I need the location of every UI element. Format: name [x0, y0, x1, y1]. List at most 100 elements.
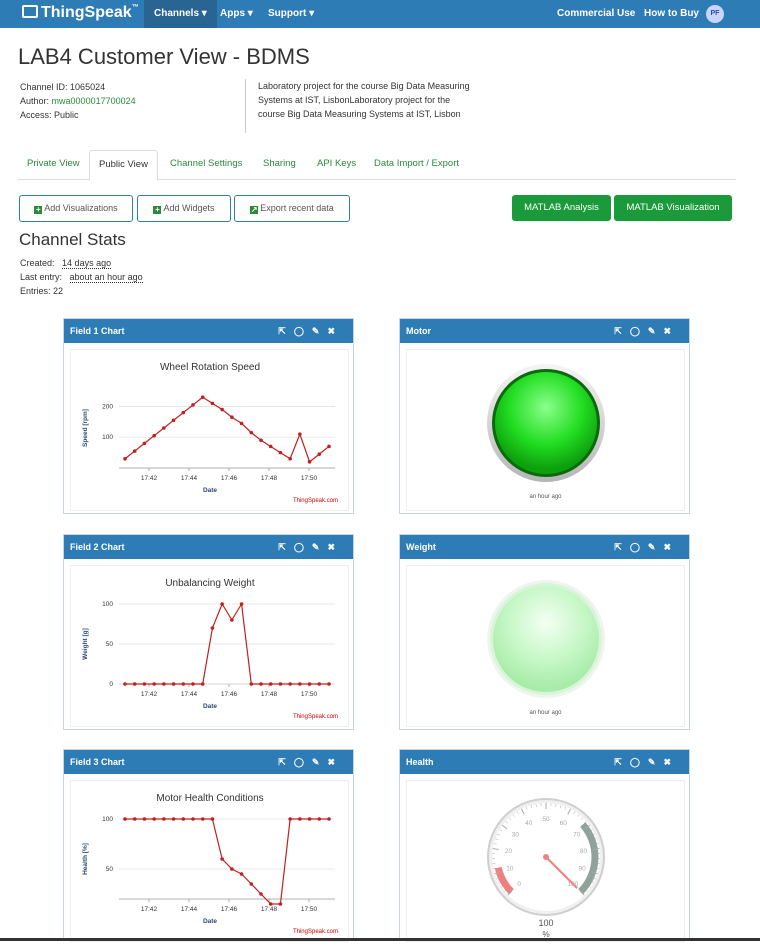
data-point [220, 857, 224, 861]
x-tick-label: 17:44 [181, 475, 198, 482]
nav-channels[interactable]: Channels ▾ [144, 0, 217, 28]
panel-title: Motor [406, 326, 431, 336]
tab-channel-settings[interactable]: Channel Settings [161, 150, 251, 180]
gauge-tick-label: 70 [573, 832, 581, 839]
data-point [317, 682, 321, 686]
x-tick-label: 17:50 [301, 691, 318, 698]
y-axis-label: Speed [rpm] [82, 409, 89, 447]
edit-pencil-icon[interactable]: ✎ [312, 326, 328, 336]
data-point [123, 682, 127, 686]
data-point [172, 419, 176, 423]
data-point [191, 817, 195, 821]
open-external-icon[interactable]: ⇱ [614, 542, 630, 552]
nav-apps[interactable]: Apps ▾ [210, 0, 263, 28]
panel-header: Weight ⇱◯✎✖ [400, 535, 689, 559]
nav-commercial-use[interactable]: Commercial Use [547, 0, 645, 28]
thingspeak-credit[interactable]: ThingSpeak.com [293, 714, 338, 720]
close-icon[interactable]: ✖ [663, 542, 679, 552]
y-tick-label: 0 [109, 681, 113, 688]
channel-stats-title: Channel Stats [19, 230, 126, 250]
tab-sharing[interactable]: Sharing [254, 150, 305, 180]
add-widgets-button[interactable]: +Add Widgets [137, 195, 231, 222]
matlab-analysis-button[interactable]: MATLAB Analysis [512, 195, 611, 221]
data-point [230, 415, 234, 419]
data-point [201, 395, 205, 399]
data-point [317, 817, 321, 821]
author-link[interactable]: mwa0000017700024 [52, 96, 136, 106]
close-icon[interactable]: ✖ [663, 326, 679, 336]
data-point [152, 817, 156, 821]
close-icon[interactable]: ✖ [327, 542, 343, 552]
open-external-icon[interactable]: ⇱ [278, 542, 294, 552]
panel-title: Health [406, 757, 434, 767]
data-point [317, 452, 321, 456]
lamp-area: an hour ago [406, 349, 685, 511]
gauge-hub [543, 854, 549, 860]
x-axis-label: Date [203, 487, 217, 494]
nav-support[interactable]: Support ▾ [258, 0, 324, 28]
trademark: ™ [132, 4, 139, 11]
close-icon[interactable]: ✖ [327, 757, 343, 767]
channel-tabs: Private View Public View Channel Setting… [18, 150, 736, 180]
panel-actions: ⇱◯✎✖ [614, 750, 679, 774]
close-icon[interactable]: ✖ [327, 326, 343, 336]
data-point [133, 449, 137, 453]
field1-chart-panel: Field 1 Chart ⇱◯✎✖ Wheel Rotation Speed 1… [63, 318, 354, 514]
comment-icon[interactable]: ◯ [630, 326, 648, 336]
comment-icon[interactable]: ◯ [294, 757, 312, 767]
data-point [279, 902, 283, 906]
data-point [259, 892, 263, 896]
x-tick-label: 17:42 [141, 691, 158, 698]
thingspeak-credit[interactable]: ThingSpeak.com [293, 929, 338, 935]
series-line [125, 397, 329, 462]
tab-public-view[interactable]: Public View [89, 150, 158, 181]
data-point [308, 682, 312, 686]
matlab-visualization-button[interactable]: MATLAB Visualization [614, 195, 732, 221]
tab-data-import-export[interactable]: Data Import / Export [365, 150, 468, 180]
top-navbar: ThingSpeak™ Channels ▾ Apps ▾ Support ▾ … [0, 0, 760, 28]
export-recent-data-button[interactable]: ↗Export recent data [234, 195, 350, 222]
field2-chart-panel: Field 2 Chart ⇱◯✎✖ Unbalancing Weight050… [63, 534, 354, 730]
entries-label: Entries: [20, 286, 51, 296]
comment-icon[interactable]: ◯ [630, 757, 648, 767]
edit-pencil-icon[interactable]: ✎ [648, 542, 664, 552]
close-icon[interactable]: ✖ [663, 757, 679, 767]
edit-pencil-icon[interactable]: ✎ [312, 542, 328, 552]
open-external-icon[interactable]: ⇱ [614, 757, 630, 767]
edit-pencil-icon[interactable]: ✎ [648, 326, 664, 336]
open-external-icon[interactable]: ⇱ [614, 326, 630, 336]
comment-icon[interactable]: ◯ [294, 326, 312, 336]
edit-pencil-icon[interactable]: ✎ [312, 757, 328, 767]
y-tick-label: 200 [102, 403, 113, 410]
comment-icon[interactable]: ◯ [630, 542, 648, 552]
tab-api-keys[interactable]: API Keys [308, 150, 365, 180]
nav-how-to-buy[interactable]: How to Buy [634, 0, 709, 28]
thingspeak-credit[interactable]: ThingSpeak.com [293, 498, 338, 504]
plus-icon: + [153, 206, 161, 214]
gauge-tick-label: 20 [505, 848, 513, 855]
data-point [220, 408, 224, 412]
comment-icon[interactable]: ◯ [294, 542, 312, 552]
user-avatar[interactable]: PF [706, 5, 724, 23]
data-point [143, 442, 147, 446]
data-point [152, 682, 156, 686]
panel-header: Field 1 Chart ⇱◯✎✖ [64, 319, 353, 343]
access-value: Public [54, 110, 79, 120]
tab-private-view[interactable]: Private View [18, 150, 89, 180]
panel-title: Field 3 Chart [70, 757, 125, 767]
x-tick-label: 17:42 [141, 906, 158, 913]
add-widgets-label: Add Widgets [163, 203, 214, 213]
edit-pencil-icon[interactable]: ✎ [648, 757, 664, 767]
data-point [123, 457, 127, 461]
open-external-icon[interactable]: ⇱ [278, 757, 294, 767]
data-point [143, 682, 147, 686]
x-tick-label: 17:46 [221, 691, 238, 698]
data-point [269, 902, 273, 906]
thingspeak-logo[interactable]: ThingSpeak™ [22, 4, 139, 22]
data-point [249, 882, 253, 886]
x-axis-label: Date [203, 918, 217, 925]
open-external-icon[interactable]: ⇱ [278, 326, 294, 336]
chart-title: Wheel Rotation Speed [160, 362, 260, 373]
data-point [201, 682, 205, 686]
add-visualizations-button[interactable]: +Add Visualizations [19, 195, 133, 222]
